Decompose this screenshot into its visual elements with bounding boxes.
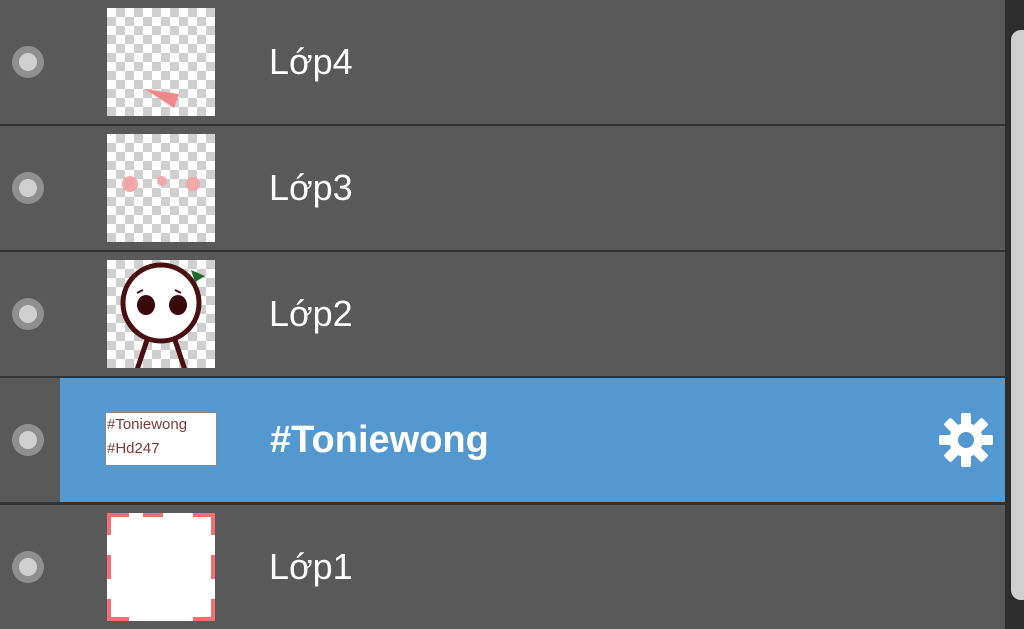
visibility-dot-icon[interactable] — [12, 551, 44, 583]
layer-thumbnail: #Toniewong #Hd247 — [105, 412, 217, 466]
layer-row-toniewong[interactable]: #Toniewong #Hd247 #Toniewong — [0, 378, 1005, 502]
scrollbar-thumb[interactable] — [1011, 30, 1024, 600]
visibility-dot-icon[interactable] — [12, 46, 44, 78]
layer-name: Lớp4 — [269, 41, 353, 82]
layer-name: Lớp1 — [269, 546, 353, 587]
layer-row-lop3[interactable]: Lớp3 — [0, 126, 1005, 250]
visibility-dot-icon[interactable] — [12, 172, 44, 204]
layer-thumbnail — [107, 8, 215, 116]
layer-row-lop1[interactable]: Lớp1 — [0, 505, 1005, 629]
layer-name: Lớp2 — [269, 293, 353, 334]
layer-row-lop4[interactable]: Lớp4 — [0, 0, 1005, 124]
thumbnail-text-line2: #Hd247 — [107, 440, 160, 457]
gear-icon[interactable] — [936, 410, 996, 470]
thumbnail-text-line1: #Toniewong — [107, 416, 188, 433]
visibility-dot-icon[interactable] — [12, 424, 44, 456]
layer-thumbnail — [107, 513, 215, 621]
visibility-dot-icon[interactable] — [12, 298, 44, 330]
pink-shape — [145, 89, 179, 108]
layer-name: #Toniewong — [270, 419, 489, 461]
layer-row-lop2[interactable]: Lớp2 — [0, 252, 1005, 376]
layer-name: Lớp3 — [269, 167, 353, 208]
layer-thumbnail — [107, 260, 215, 368]
layers-panel: Lớp4 Lớp3 Lớp2 #Toniewong #Hd247 #Toniew… — [0, 0, 1005, 629]
layer-thumbnail — [107, 134, 215, 242]
